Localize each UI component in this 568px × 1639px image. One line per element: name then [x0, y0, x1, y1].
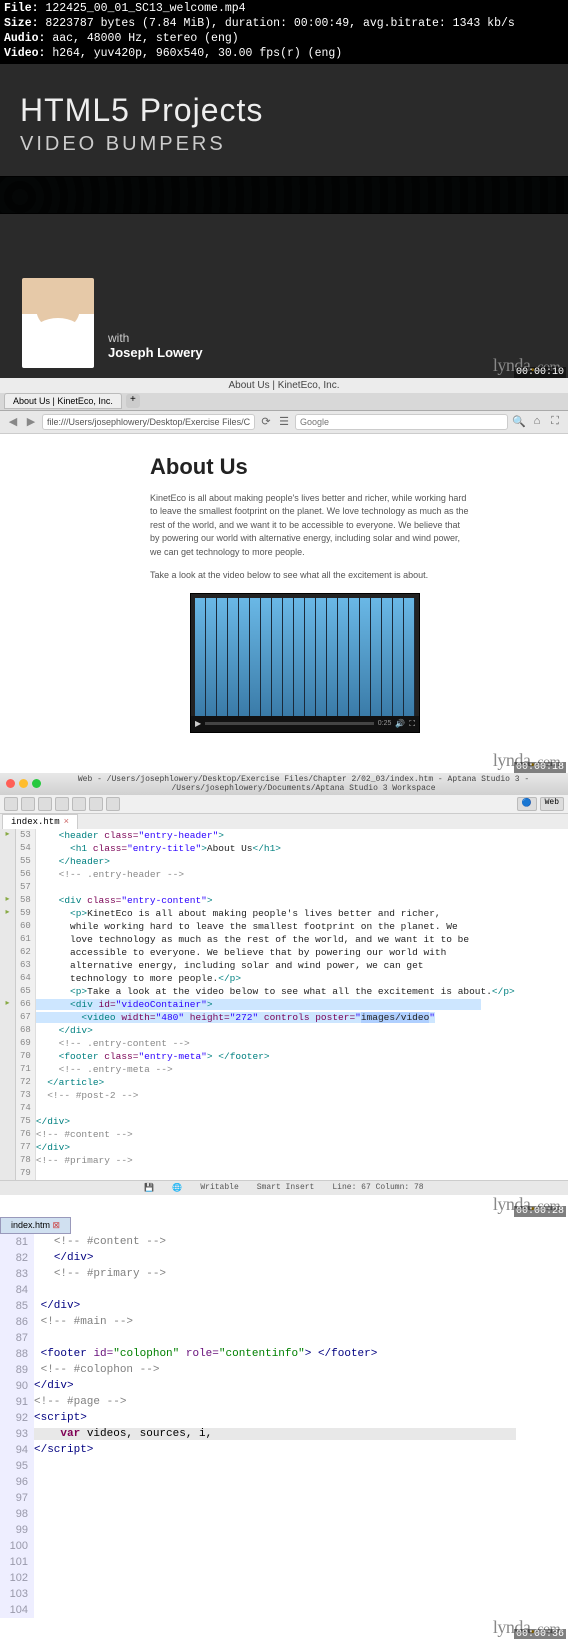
address-input[interactable] — [42, 414, 255, 430]
media-info-overlay: File: 122425_00_01_SC13_welcome.mp4 Size… — [0, 0, 568, 64]
line-gutter: 5354555657585960616263646566676869707172… — [16, 829, 36, 1180]
video-value: h264, yuv420p, 960x540, 30.00 fps(r) (en… — [52, 47, 342, 60]
browser-tabbar: About Us | KinetEco, Inc. + — [0, 393, 568, 411]
title-card: HTML5 Projects VIDEO BUMPERS with Joseph… — [0, 64, 568, 378]
fullscreen-video-icon[interactable]: ⛶ — [409, 719, 415, 729]
editor-2: index.htm ⊠ 8182838485868788899091929394… — [0, 1217, 568, 1639]
ide-window: Web - /Users/josephlowery/Desktop/Exerci… — [0, 773, 568, 1217]
toolbar-button[interactable] — [106, 797, 120, 811]
code-editor[interactable]: ▸▸▸▸ 53545556575859606162636465666768697… — [0, 829, 568, 1180]
ide-window-title: Web - /Users/josephlowery/Desktop/Exerci… — [45, 775, 562, 793]
presenter-name: Joseph Lowery — [108, 345, 203, 360]
page-heading: About Us — [150, 454, 508, 480]
code-text[interactable]: <header class="entry-header"> <h1 class=… — [36, 829, 568, 1180]
page-paragraph-1: KinetEco is all about making people's li… — [150, 492, 470, 560]
timecode: 00:00:36 — [514, 1629, 566, 1639]
search-input[interactable] — [295, 414, 508, 430]
bitrate-value: 1343 kb/s — [453, 17, 515, 30]
size-value: 8223787 bytes (7.84 MiB) — [45, 17, 211, 30]
fold-gutter: ▸▸▸▸ — [0, 829, 16, 1180]
page-paragraph-2: Take a look at the video below to see wh… — [150, 569, 470, 583]
volume-icon[interactable]: 🔊 — [395, 719, 405, 728]
video-player[interactable]: ▶ 0:25 🔊 ⛶ — [190, 593, 420, 733]
close-icon[interactable] — [6, 779, 15, 788]
toolbar-button[interactable] — [38, 797, 52, 811]
video-controls: ▶ 0:25 🔊 ⛶ — [191, 716, 419, 732]
video-label: Video: — [4, 47, 45, 60]
search-icon[interactable]: 🔍 — [512, 415, 526, 429]
browser-window: About Us | KinetEco, Inc. About Us | Kin… — [0, 378, 568, 773]
status-insert: Smart Insert — [257, 1183, 315, 1193]
progress-bar[interactable] — [205, 722, 374, 725]
video-poster — [195, 598, 415, 716]
presenter-block: with Joseph Lowery — [22, 278, 203, 368]
timecode: 00:00:18 — [514, 762, 566, 773]
status-position: Line: 67 Column: 78 — [332, 1183, 423, 1193]
course-subtitle: VIDEO BUMPERS — [20, 133, 548, 156]
home-icon[interactable]: ⌂ — [530, 415, 544, 429]
decorative-band — [0, 176, 568, 214]
with-label: with — [108, 331, 203, 345]
ide-toolbar: 🔵 Web — [0, 795, 568, 814]
zoom-icon[interactable] — [32, 779, 41, 788]
ide-titlebar: Web - /Users/josephlowery/Desktop/Exerci… — [0, 773, 568, 795]
timecode: 00:00:10 — [514, 367, 566, 378]
reload-icon[interactable]: ⟳ — [259, 415, 273, 429]
video-time: 0:25 — [378, 720, 392, 727]
browser-urlbar: ◀ ▶ ⟳ ☰ 🔍 ⌂ ⛶ — [0, 411, 568, 434]
minimize-icon[interactable] — [19, 779, 28, 788]
duration-label: duration: — [225, 17, 287, 30]
browser-titlebar: About Us | KinetEco, Inc. — [0, 378, 568, 393]
ide-statusbar: 💾 🌐 Writable Smart Insert Line: 67 Colum… — [0, 1180, 568, 1195]
size-label: Size: — [4, 17, 39, 30]
play-icon[interactable]: ▶ — [195, 719, 201, 728]
status-writable: Writable — [200, 1183, 238, 1193]
file-label: File: — [4, 2, 39, 15]
line-gutter: 8182838485868788899091929394959697989910… — [0, 1234, 34, 1618]
forward-button[interactable]: ▶ — [24, 415, 38, 429]
fullscreen-icon[interactable]: ⛶ — [548, 415, 562, 429]
presenter-photo — [22, 278, 94, 368]
file-name: 122425_00_01_SC13_welcome.mp4 — [45, 2, 245, 15]
toolbar-button[interactable] — [72, 797, 86, 811]
perspective-app-button[interactable]: 🔵 — [517, 797, 537, 811]
status-save-icon[interactable]: 💾 — [144, 1183, 154, 1193]
toolbar-button[interactable] — [89, 797, 103, 811]
browser-tab[interactable]: About Us | KinetEco, Inc. — [4, 393, 122, 409]
toolbar-button[interactable] — [21, 797, 35, 811]
toolbar-button[interactable] — [55, 797, 69, 811]
audio-value: aac, 48000 Hz, stereo (eng) — [52, 32, 238, 45]
toolbar-button[interactable] — [4, 797, 18, 811]
bitrate-label: avg.bitrate: — [363, 17, 446, 30]
timecode: 00:00:28 — [514, 1206, 566, 1217]
audio-label: Audio: — [4, 32, 45, 45]
perspective-web-button[interactable]: Web — [540, 797, 564, 811]
status-globe-icon[interactable]: 🌐 — [172, 1183, 182, 1193]
code-editor-2[interactable]: 8182838485868788899091929394959697989910… — [0, 1234, 568, 1618]
editor-tab[interactable]: index.htm ⊠ — [0, 1217, 71, 1234]
duration-value: 00:00:49 — [294, 17, 349, 30]
editor-tab[interactable]: index.htm× — [2, 814, 78, 829]
page-content: About Us KinetEco is all about making pe… — [0, 434, 568, 751]
close-tab-icon[interactable]: ⊠ — [53, 1220, 61, 1230]
course-title: HTML5 Projects — [20, 92, 548, 129]
close-tab-icon[interactable]: × — [64, 817, 69, 827]
reader-icon[interactable]: ☰ — [277, 415, 291, 429]
code-text[interactable]: <!-- #content --> </div> <!-- #primary -… — [34, 1234, 568, 1618]
new-tab-button[interactable]: + — [126, 394, 140, 408]
back-button[interactable]: ◀ — [6, 415, 20, 429]
